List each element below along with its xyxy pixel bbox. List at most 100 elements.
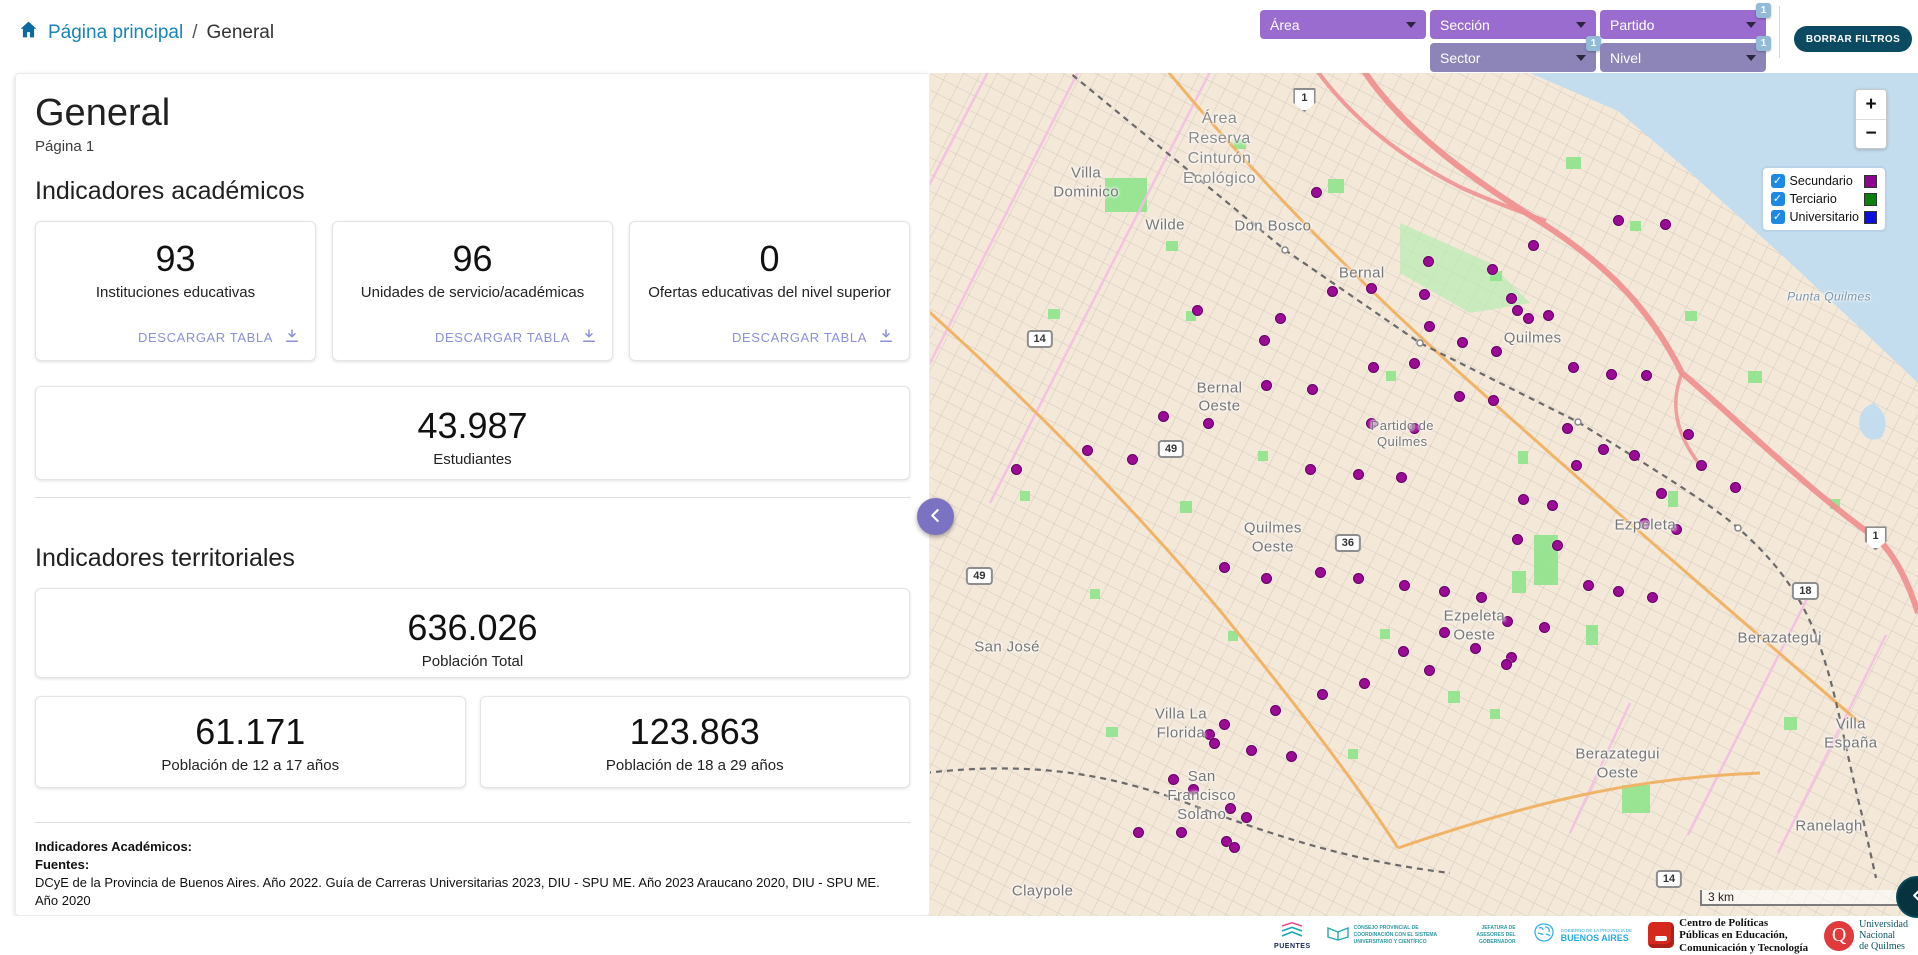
school-marker[interactable] <box>1424 321 1435 332</box>
school-marker[interactable] <box>1317 689 1328 700</box>
school-marker[interactable] <box>1476 592 1487 603</box>
filter-partido-dropdown[interactable]: Partido 1 <box>1600 10 1766 39</box>
school-marker[interactable] <box>1423 256 1434 267</box>
zoom-in-button[interactable]: + <box>1856 90 1886 119</box>
school-marker[interactable] <box>1261 380 1272 391</box>
school-marker[interactable] <box>1470 643 1481 654</box>
school-marker[interactable] <box>1506 293 1517 304</box>
school-marker[interactable] <box>1286 751 1297 762</box>
school-marker[interactable] <box>1353 573 1364 584</box>
school-marker[interactable] <box>1613 215 1624 226</box>
school-marker[interactable] <box>1501 659 1512 670</box>
school-marker[interactable] <box>1568 362 1579 373</box>
school-marker[interactable] <box>1398 646 1409 657</box>
school-marker[interactable] <box>1439 586 1450 597</box>
school-marker[interactable] <box>1327 286 1338 297</box>
school-marker[interactable] <box>1528 240 1539 251</box>
school-marker[interactable] <box>1696 460 1707 471</box>
school-marker[interactable] <box>1305 464 1316 475</box>
school-marker[interactable] <box>1512 534 1523 545</box>
school-marker[interactable] <box>1487 264 1498 275</box>
map-container[interactable]: Villa DominicoÁrea Reserva Cinturón Ecol… <box>930 73 1918 916</box>
school-marker[interactable] <box>1641 370 1652 381</box>
school-marker[interactable] <box>1168 774 1179 785</box>
school-marker[interactable] <box>1192 305 1203 316</box>
school-marker[interactable] <box>1457 337 1468 348</box>
school-marker[interactable] <box>1176 827 1187 838</box>
school-marker[interactable] <box>1419 289 1430 300</box>
school-marker[interactable] <box>1543 310 1554 321</box>
clear-filters-button[interactable]: BORRAR FILTROS <box>1794 26 1912 52</box>
school-marker[interactable] <box>1366 283 1377 294</box>
checkbox-checked-icon[interactable]: ✓ <box>1771 192 1785 206</box>
school-marker[interactable] <box>1307 384 1318 395</box>
school-marker[interactable] <box>1315 567 1326 578</box>
download-table-button[interactable]: DESCARGAR TABLA <box>732 327 895 348</box>
school-marker[interactable] <box>1209 738 1220 749</box>
school-marker[interactable] <box>1082 445 1093 456</box>
school-marker[interactable] <box>1368 362 1379 373</box>
school-marker[interactable] <box>1396 472 1407 483</box>
download-table-button[interactable]: DESCARGAR TABLA <box>435 327 598 348</box>
zoom-out-button[interactable]: − <box>1856 119 1886 148</box>
school-marker[interactable] <box>1660 219 1671 230</box>
collapse-panel-button[interactable] <box>917 498 954 535</box>
download-table-button[interactable]: DESCARGAR TABLA <box>138 327 301 348</box>
school-marker[interactable] <box>1353 469 1364 480</box>
filter-nivel-dropdown[interactable]: Nivel 1 <box>1600 43 1766 72</box>
school-marker[interactable] <box>1683 429 1694 440</box>
school-marker[interactable] <box>1613 586 1624 597</box>
school-marker[interactable] <box>1158 411 1169 422</box>
school-marker[interactable] <box>1439 627 1450 638</box>
checkbox-checked-icon[interactable]: ✓ <box>1771 174 1785 188</box>
school-marker[interactable] <box>1219 719 1230 730</box>
school-marker[interactable] <box>1409 423 1420 434</box>
filter-area-dropdown[interactable]: Área <box>1260 10 1426 39</box>
school-marker[interactable] <box>1512 305 1523 316</box>
school-marker[interactable] <box>1275 313 1286 324</box>
school-marker[interactable] <box>1399 580 1410 591</box>
school-marker[interactable] <box>1598 444 1609 455</box>
school-marker[interactable] <box>1127 454 1138 465</box>
school-marker[interactable] <box>1409 358 1420 369</box>
school-marker[interactable] <box>1491 346 1502 357</box>
school-marker[interactable] <box>1133 827 1144 838</box>
school-marker[interactable] <box>1359 678 1370 689</box>
school-marker[interactable] <box>1261 573 1272 584</box>
school-marker[interactable] <box>1311 187 1322 198</box>
school-marker[interactable] <box>1502 616 1513 627</box>
school-marker[interactable] <box>1225 803 1236 814</box>
school-marker[interactable] <box>1730 482 1741 493</box>
school-marker[interactable] <box>1583 580 1594 591</box>
school-marker[interactable] <box>1203 418 1214 429</box>
school-marker[interactable] <box>1259 335 1270 346</box>
school-marker[interactable] <box>1229 842 1240 853</box>
home-icon[interactable] <box>18 19 39 46</box>
school-marker[interactable] <box>1424 665 1435 676</box>
school-marker[interactable] <box>1656 488 1667 499</box>
checkbox-checked-icon[interactable]: ✓ <box>1771 210 1785 224</box>
school-marker[interactable] <box>1488 395 1499 406</box>
school-marker[interactable] <box>1523 313 1534 324</box>
school-marker[interactable] <box>1454 391 1465 402</box>
filter-sector-dropdown[interactable]: Sector 1 <box>1430 43 1596 72</box>
school-marker[interactable] <box>1241 812 1252 823</box>
school-marker[interactable] <box>1639 518 1650 529</box>
school-marker[interactable] <box>1647 592 1658 603</box>
school-marker[interactable] <box>1571 460 1582 471</box>
school-marker[interactable] <box>1011 464 1022 475</box>
school-marker[interactable] <box>1518 494 1529 505</box>
school-marker[interactable] <box>1671 524 1682 535</box>
breadcrumb-home-link[interactable]: Página principal <box>48 22 183 44</box>
school-marker[interactable] <box>1606 369 1617 380</box>
filter-seccion-dropdown[interactable]: Sección <box>1430 10 1596 39</box>
school-marker[interactable] <box>1629 450 1640 461</box>
school-marker[interactable] <box>1366 418 1377 429</box>
school-marker[interactable] <box>1246 745 1257 756</box>
school-marker[interactable] <box>1270 705 1281 716</box>
school-marker[interactable] <box>1562 423 1573 434</box>
school-marker[interactable] <box>1547 500 1558 511</box>
school-marker[interactable] <box>1539 622 1550 633</box>
school-marker[interactable] <box>1188 784 1199 795</box>
school-marker[interactable] <box>1552 540 1563 551</box>
